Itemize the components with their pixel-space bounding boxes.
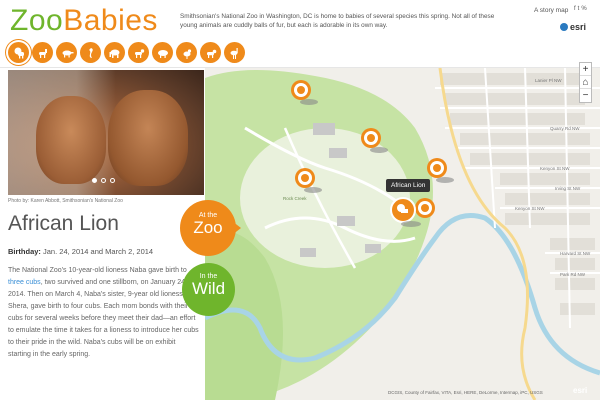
zoom-out-button[interactable]: − (580, 89, 591, 102)
desc-part-1: The National Zoo's 10-year-old lioness N… (8, 267, 187, 274)
elephant-icon (109, 49, 119, 58)
tab-elephant[interactable] (104, 42, 125, 63)
goat-icon (134, 48, 144, 58)
globe-icon (560, 23, 568, 31)
building (313, 123, 335, 135)
map-canvas: Lanier Pl NW Quarry Rd NW Kenyon St NW I… (205, 68, 600, 400)
building (300, 248, 316, 257)
street-label: Park Rd NW (560, 272, 586, 277)
seahorse-icon (88, 47, 93, 58)
birthday: Birthday: Jan. 24, 2014 and March 2, 201… (8, 247, 153, 256)
deer-icon (38, 48, 47, 58)
esri-text: esri (570, 22, 587, 32)
photo-caption: Photo by: Karen Abbott, Smithsonian's Na… (8, 198, 123, 204)
tab-anteater[interactable] (56, 42, 77, 63)
tab-boar[interactable] (152, 42, 173, 63)
header-blurb: Smithsonian's National Zoo in Washington… (180, 13, 495, 29)
street-label: Irving St NW (555, 186, 581, 191)
desc-part-2: , two survived and one stillborn, on Jan… (8, 279, 199, 358)
story-map-app: ZooBabies Smithsonian's National Zoo in … (0, 0, 600, 400)
map-attribution: DCGIS, County of Fairfax, VITA, Esri, HE… (388, 390, 543, 395)
park-label: Rock Creek (283, 196, 307, 201)
boar-icon (157, 49, 168, 58)
carousel-dot[interactable] (101, 178, 106, 183)
ostrich-icon (230, 47, 238, 59)
wild-toggle-large: Wild (191, 279, 226, 298)
twitter-icon[interactable]: t (578, 6, 580, 12)
story-map-link[interactable]: A story map (534, 7, 568, 14)
birthday-label: Birthday: (8, 247, 41, 256)
tab-lion[interactable] (8, 42, 29, 63)
street-label: Quarry Rd NW (550, 126, 580, 131)
header: ZooBabies Smithsonian's National Zoo in … (0, 0, 600, 68)
street-label: Lanier Pl NW (535, 78, 562, 83)
street-label: Kenyon St NW (540, 166, 570, 171)
cat-icon (206, 49, 216, 58)
species-photo[interactable] (8, 70, 204, 195)
birthday-value: Jan. 24, 2014 and March 2, 2014 (43, 247, 154, 256)
tab-ostrich[interactable] (224, 42, 245, 63)
lion-cub-right (108, 90, 188, 186)
zoom-in-button[interactable]: + (580, 63, 591, 76)
carousel-dot[interactable] (92, 178, 97, 183)
logo-zoo: Zoo (10, 4, 64, 37)
anteater-icon (62, 50, 73, 57)
street-label: Kenyon St NW (515, 206, 545, 211)
esri-logo[interactable]: esri (560, 22, 586, 32)
tab-bird[interactable] (176, 42, 197, 63)
zoo-toggle-large: Zoo (193, 218, 223, 237)
carousel-dot[interactable] (110, 178, 115, 183)
city-blocks (440, 73, 595, 315)
tab-deer[interactable] (32, 42, 53, 63)
lion-icon (14, 47, 24, 58)
share-icons: f t % (574, 6, 587, 12)
building (329, 148, 347, 158)
lion-cub-left (36, 96, 106, 184)
map-view[interactable]: Lanier Pl NW Quarry Rd NW Kenyon St NW I… (205, 68, 600, 400)
esri-map-logo: esri (573, 386, 588, 395)
zoo-toggle-arrow (232, 221, 241, 235)
map-popup: African Lion (386, 179, 431, 192)
species-description: The National Zoo's 10-year-old lioness N… (8, 265, 200, 361)
three-cubs-link[interactable]: three cubs (8, 279, 41, 286)
link-icon[interactable]: % (581, 6, 586, 12)
marker-pin[interactable] (415, 198, 435, 218)
bird-icon (183, 48, 191, 59)
in-the-wild-toggle[interactable]: In the Wild (182, 263, 235, 316)
tab-cat[interactable] (200, 42, 221, 63)
tab-goat[interactable] (128, 42, 149, 63)
species-tabs (8, 42, 245, 63)
building (337, 216, 355, 226)
carousel-dots (92, 178, 115, 183)
facebook-icon[interactable]: f (574, 6, 576, 12)
zoom-control: + ⌂ − (579, 62, 592, 103)
species-title: African Lion (8, 212, 119, 235)
street-label: Harvard St NW (560, 251, 591, 256)
home-button[interactable]: ⌂ (580, 76, 591, 89)
at-the-zoo-toggle[interactable]: At the Zoo (180, 200, 236, 256)
logo-babies: Babies (63, 4, 158, 37)
tab-seahorse[interactable] (80, 42, 101, 63)
app-logo: ZooBabies (10, 4, 158, 38)
building (365, 244, 381, 253)
